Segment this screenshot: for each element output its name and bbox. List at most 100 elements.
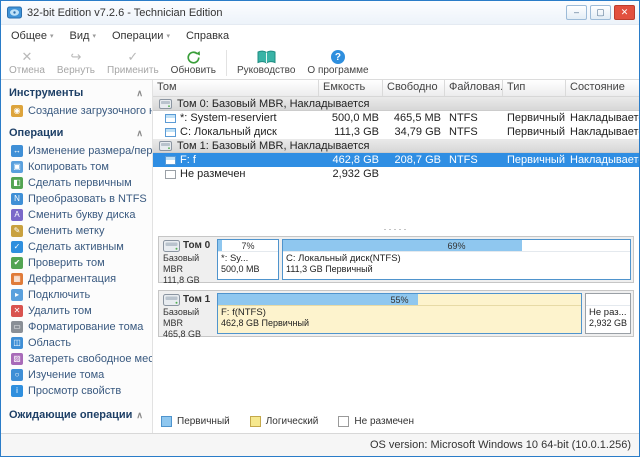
redo-button[interactable]: ↪ Вернуть: [51, 47, 101, 79]
button-label: Отмена: [9, 65, 45, 76]
free-cell: 34,79 GB: [394, 126, 441, 138]
menu-general[interactable]: Общее ▾: [11, 30, 54, 42]
sidebar-item-change-drive-letter[interactable]: A Сменить букву диска: [1, 207, 152, 223]
make-active-icon: ✓: [11, 241, 23, 253]
column-capacity[interactable]: Емкость: [319, 80, 383, 96]
main-spacer: [153, 344, 639, 416]
disk-panels: Том 0 Базовый MBR 111,8 GB 7% *: Sy... 5…: [153, 234, 639, 344]
fs-cell: [445, 167, 503, 181]
legend-label: Не размечен: [354, 416, 414, 427]
resize-icon: ↔: [11, 145, 23, 157]
sidebar-item-wipe-free-space[interactable]: ▨ Затереть свободное место: [1, 351, 152, 367]
menu-operations[interactable]: Операции ▾: [112, 30, 170, 42]
apply-button[interactable]: ✓ Применить: [101, 47, 165, 79]
button-label: Обновить: [170, 65, 216, 76]
legend-primary: Первичный: [161, 416, 230, 427]
type-cell: Первичный: [507, 154, 565, 166]
drive-letter-icon: A: [11, 209, 23, 221]
table-row[interactable]: *: System-reserviert 500,0 MB 465,5 MB N…: [153, 111, 639, 125]
refresh-button[interactable]: Обновить: [165, 47, 222, 79]
sidebar-item-explore-volume[interactable]: ○ Изучение тома: [1, 367, 152, 383]
column-filesystem[interactable]: Файловая...: [445, 80, 503, 96]
partition-block-system-reserved[interactable]: 7% *: Sy... 500,0 MB: [217, 239, 279, 280]
partition-icon: [165, 155, 176, 165]
menu-help[interactable]: Справка: [186, 30, 229, 42]
table-group-row[interactable]: Том 0: Базовый MBR, Накладывается: [153, 97, 639, 111]
maximize-button[interactable]: ▢: [590, 5, 611, 20]
undo-button[interactable]: ✕ Отмена: [3, 47, 51, 79]
partition-size: 2,932 GB: [589, 318, 628, 328]
usage-percent: 55%: [390, 295, 409, 305]
table-group-row[interactable]: Том 1: Базовый MBR, Накладывается: [153, 139, 639, 153]
menu-view[interactable]: Вид ▾: [70, 30, 96, 42]
sidebar-item-format-volume[interactable]: ▭ Форматирование тома: [1, 319, 152, 335]
sidebar-item-label: Дефрагментация: [28, 273, 117, 285]
os-version-text: OS version: Microsoft Windows 10 64-bit …: [369, 439, 631, 451]
sidebar-item-label: Сменить букву диска: [28, 209, 136, 221]
toolbar: ✕ Отмена ↪ Вернуть ✓ Применить Обновить: [1, 46, 639, 80]
about-button[interactable]: ? О программе: [301, 47, 374, 79]
capacity-cell: 111,3 GB: [334, 126, 379, 138]
partition-label: F: f(NTFS): [221, 307, 266, 318]
table-row[interactable]: C: Локальный диск 111,3 GB 34,79 GB NTFS…: [153, 125, 639, 139]
sidebar-item-make-active[interactable]: ✓ Сделать активным: [1, 239, 152, 255]
volume-name: C: Локальный диск: [180, 126, 277, 138]
partition-block-f-drive-selected[interactable]: 55% F: f(NTFS) 462,8 GB Первичный: [217, 293, 582, 334]
logical-swatch-icon: [249, 416, 261, 427]
copy-icon: ▣: [11, 161, 23, 173]
sidebar-section-tools[interactable]: Инструменты ∧: [1, 83, 152, 103]
sidebar-section-operations[interactable]: Операции ∧: [1, 123, 152, 143]
legend-label: Первичный: [177, 416, 230, 427]
partition-block-c-drive[interactable]: 69% C: Локальный диск(NTFS) 111,3 GB Пер…: [282, 239, 631, 280]
sidebar-item-defragment[interactable]: ▦ Дефрагментация: [1, 271, 152, 287]
table-row-selected[interactable]: F: f 462,8 GB 208,7 GB NTFS Первичный На…: [153, 153, 639, 167]
minimize-button[interactable]: –: [566, 5, 587, 20]
delete-icon: ✕: [11, 305, 23, 317]
chevron-up-icon: ∧: [136, 87, 143, 98]
sidebar-item-view-properties[interactable]: i Просмотр свойств: [1, 383, 152, 399]
disk-info[interactable]: Том 0 Базовый MBR 111,8 GB: [161, 239, 217, 285]
sidebar-item-convert-ntfs[interactable]: N Преобразовать в NTFS: [1, 191, 152, 207]
menu-label: Операции: [111, 29, 164, 42]
splitter-handle[interactable]: ·····: [384, 224, 409, 234]
format-icon: ▭: [11, 321, 23, 333]
make-primary-icon: ◧: [11, 177, 23, 189]
sidebar-item-copy-volume[interactable]: ▣ Копировать том: [1, 159, 152, 175]
sidebar-item-region[interactable]: ◫ Область: [1, 335, 152, 351]
sidebar-item-mount[interactable]: ▸ Подключить: [1, 287, 152, 303]
group-label: Том 1: Базовый MBR, Накладывается: [177, 139, 370, 152]
wipe-icon: ▨: [11, 353, 23, 365]
column-type[interactable]: Тип: [503, 80, 566, 96]
column-free[interactable]: Свободно: [383, 80, 445, 96]
volume-name: F: f: [180, 154, 196, 166]
partition-block-unallocated[interactable]: Не раз... 2,932 GB: [585, 293, 631, 334]
close-button[interactable]: ✕: [614, 5, 635, 20]
state-cell: Накладывается: [570, 154, 639, 166]
state-cell: Накладывается(Систем...: [570, 112, 639, 124]
explore-icon: ○: [11, 369, 23, 381]
toolbar-separator: [225, 49, 227, 76]
unallocated-swatch-icon: [338, 416, 350, 427]
app-icon: [7, 5, 22, 20]
sidebar-section-pending-operations[interactable]: Ожидающие операции ∧: [1, 405, 152, 425]
sidebar-item-label: Создание загрузочного но...: [28, 105, 152, 117]
partition-icon: [165, 127, 176, 137]
legend-label: Логический: [265, 416, 319, 427]
column-volume[interactable]: Том: [153, 80, 319, 96]
disk-info[interactable]: Том 1 Базовый MBR 465,8 GB: [161, 293, 217, 339]
sidebar-item-label: Сменить метку: [28, 225, 105, 237]
usage-bar: 69%: [283, 240, 630, 252]
disk-panel-0: Том 0 Базовый MBR 111,8 GB 7% *: Sy... 5…: [158, 236, 634, 285]
sidebar-item-delete-volume[interactable]: ✕ Удалить том: [1, 303, 152, 319]
label-icon: ✎: [11, 225, 23, 237]
section-title: Инструменты: [9, 87, 84, 99]
table-row[interactable]: Не размечен 2,932 GB: [153, 167, 639, 181]
sidebar-item-check-volume[interactable]: ✔ Проверить том: [1, 255, 152, 271]
sidebar-item-make-primary[interactable]: ◧ Сделать первичным: [1, 175, 152, 191]
guide-button[interactable]: Руководство: [231, 47, 301, 79]
sidebar-item-create-bootable[interactable]: ◉ Создание загрузочного но...: [1, 103, 152, 119]
sidebar-item-resize[interactable]: ↔ Изменение размера/пере...: [1, 143, 152, 159]
sidebar-item-label: Изменение размера/пере...: [28, 145, 152, 157]
sidebar-item-change-label[interactable]: ✎ Сменить метку: [1, 223, 152, 239]
column-state[interactable]: Состояние: [566, 80, 639, 96]
